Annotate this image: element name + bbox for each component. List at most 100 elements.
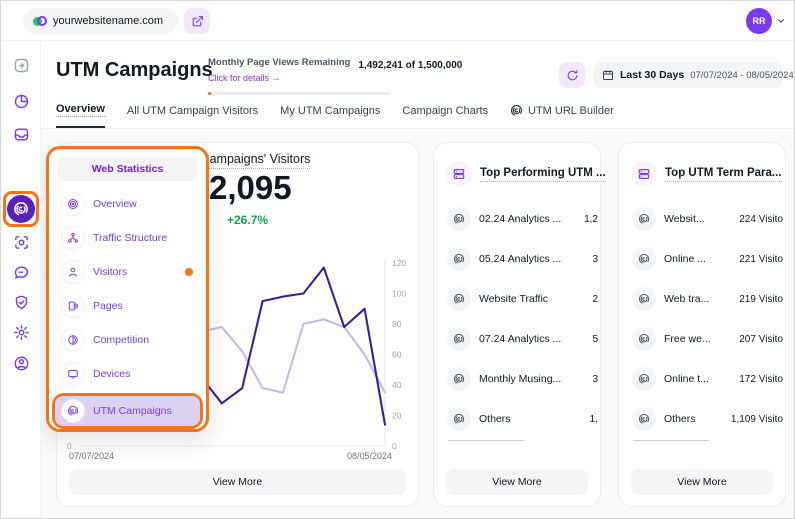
progress-fill <box>208 92 211 95</box>
utm-spiral-icon <box>632 207 656 231</box>
utm-spiral-icon <box>447 207 471 231</box>
site-selector[interactable]: yourwebsitename.com <box>23 8 178 34</box>
server-list-icon <box>631 161 657 187</box>
utm-campaigns-nav-icon[interactable] <box>7 195 35 223</box>
person-icon <box>62 261 84 283</box>
pages-icon <box>62 295 84 317</box>
x-axis-end-label: 08/05/2024 <box>347 451 392 461</box>
monthly-views-progressbar <box>208 92 391 95</box>
list-item[interactable]: Others 1,109 Visito <box>619 399 785 439</box>
svg-text:20: 20 <box>392 411 402 421</box>
utm-spiral-icon <box>447 247 471 271</box>
scan-icon[interactable] <box>10 231 32 253</box>
menu-item-visitors[interactable]: Visitors <box>55 255 200 289</box>
shield-check-icon[interactable] <box>10 291 32 313</box>
tab-bar: Overview All UTM Campaign Visitors My UT… <box>56 101 614 128</box>
account-icon[interactable] <box>10 352 32 374</box>
calendar-icon <box>602 69 614 81</box>
user-menu[interactable]: RR <box>746 8 786 34</box>
menu-item-overview[interactable]: Overview <box>55 187 200 221</box>
utm-spiral-icon <box>447 287 471 311</box>
list-item[interactable]: Online ... 221 Visito <box>619 239 785 279</box>
list-item[interactable]: Websit... 224 Visito <box>619 199 785 239</box>
list-item[interactable]: 07.24 Analytics ... 5 <box>434 319 600 359</box>
list-item[interactable]: 02.24 Analytics ... 1,2 <box>434 199 600 239</box>
server-list-icon <box>446 161 472 187</box>
top-utm-term-card: Top UTM Term Para... Websit... 224 Visit… <box>618 142 786 507</box>
site-favicon-icon <box>33 15 46 28</box>
refresh-button[interactable] <box>559 62 585 88</box>
list-divider <box>633 440 709 441</box>
half-circle-icon <box>62 329 84 351</box>
external-link-icon <box>191 15 204 28</box>
svg-text:120: 120 <box>392 258 406 268</box>
tab-my-utm-campaigns[interactable]: My UTM Campaigns <box>280 101 380 128</box>
monthly-page-views: Monthly Page Views Remaining Click for d… <box>208 57 391 95</box>
tab-all-utm-campaign-visitors[interactable]: All UTM Campaign Visitors <box>127 101 258 128</box>
target-icon <box>62 193 84 215</box>
list-item[interactable]: Free we... 207 Visito <box>619 319 785 359</box>
monthly-views-value: 1,492,241 of 1,500,000 <box>358 60 462 71</box>
menu-item-traffic-structure[interactable]: Traffic Structure <box>55 221 200 255</box>
utm-spiral-icon <box>510 104 523 117</box>
list-item[interactable]: Web tra... 219 Visito <box>619 279 785 319</box>
utm-spiral-icon <box>632 367 656 391</box>
web-statistics-popup-highlight-frame: Web Statistics Overview Traffic Structur… <box>46 146 209 432</box>
page-title: UTM Campaigns <box>56 59 213 82</box>
site-name: yourwebsitename.com <box>53 15 163 27</box>
list-item[interactable]: Website Traffic 2 <box>434 279 600 319</box>
date-range-value: 07/07/2024 - 08/05/2024 <box>690 70 794 81</box>
pie-chart-icon[interactable] <box>10 90 32 112</box>
visitors-change-badge: +26.7% <box>227 213 268 227</box>
utm-spiral-icon <box>632 407 656 431</box>
refresh-icon <box>566 69 579 82</box>
utm-spiral-icon <box>447 367 471 391</box>
svg-text:80: 80 <box>392 319 402 329</box>
utm-spiral-icon <box>632 327 656 351</box>
utm-spiral-icon <box>632 247 656 271</box>
tab-utm-url-builder[interactable]: UTM URL Builder <box>510 101 614 128</box>
hierarchy-icon <box>62 227 84 249</box>
menu-item-competition[interactable]: Competition <box>55 323 200 357</box>
x-axis-start-label: 07/07/2024 <box>69 451 114 461</box>
popup-title: Web Statistics <box>57 157 198 181</box>
utm-campaigns-highlight-frame: UTM Campaigns <box>52 393 203 429</box>
open-site-button[interactable] <box>184 8 210 34</box>
chart-view-more-button[interactable]: View More <box>69 469 406 495</box>
list-item[interactable]: Others 1, <box>434 399 600 439</box>
monitor-icon <box>62 363 84 385</box>
tab-campaign-charts[interactable]: Campaign Charts <box>402 101 488 128</box>
list-item[interactable]: Online t... 172 Visito <box>619 359 785 399</box>
notification-dot <box>185 268 193 276</box>
utm-spiral-icon <box>632 287 656 311</box>
chat-icon[interactable] <box>10 261 32 283</box>
svg-text:60: 60 <box>392 350 402 360</box>
menu-item-pages[interactable]: Pages <box>55 289 200 323</box>
top-term-view-more-button[interactable]: View More <box>631 469 773 495</box>
svg-text:40: 40 <box>392 380 402 390</box>
menu-item-devices[interactable]: Devices <box>55 357 200 391</box>
icon-sidebar <box>1 41 41 519</box>
list-divider <box>448 440 524 441</box>
svg-text:0: 0 <box>67 441 72 451</box>
list-item[interactable]: 05.24 Analytics ... 3 <box>434 239 600 279</box>
menu-item-utm-campaigns[interactable]: UTM Campaigns <box>55 396 200 426</box>
utm-spiral-icon <box>62 400 84 422</box>
top-performing-view-more-button[interactable]: View More <box>446 469 588 495</box>
web-statistics-menu: Web Statistics Overview Traffic Structur… <box>49 149 206 429</box>
visitors-total: 2,095 <box>209 169 292 207</box>
list-item[interactable]: Monthly Musing... 3 <box>434 359 600 399</box>
settings-gear-icon[interactable] <box>10 321 32 343</box>
sidebar-toggle-icon[interactable] <box>10 54 32 76</box>
top-bar: yourwebsitename.com RR <box>1 1 795 41</box>
utm-spiral-icon <box>447 327 471 351</box>
active-nav-highlight-frame <box>3 191 39 227</box>
tab-overview[interactable]: Overview <box>56 101 105 128</box>
svg-text:0: 0 <box>392 441 397 451</box>
inbox-icon[interactable] <box>10 123 32 145</box>
svg-text:100: 100 <box>392 289 406 299</box>
avatar: RR <box>746 8 772 34</box>
date-range-picker[interactable]: Last 30 Days 07/07/2024 - 08/05/2024 <box>593 62 783 88</box>
date-preset-label: Last 30 Days <box>620 69 684 81</box>
click-for-details-link[interactable]: Click for details → <box>208 73 281 83</box>
